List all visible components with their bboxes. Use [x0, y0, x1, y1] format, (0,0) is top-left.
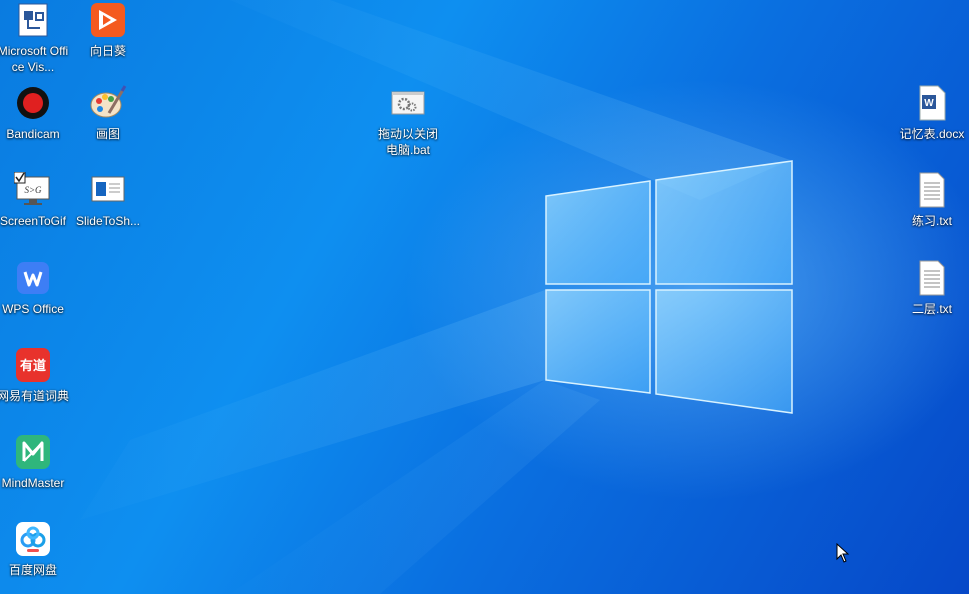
icon-label: 向日葵: [89, 44, 126, 58]
desktop-icon-mindmaster[interactable]: MindMaster: [0, 432, 71, 491]
icon-label: SlideToSh...: [75, 214, 141, 228]
icon-label: MindMaster: [1, 476, 65, 490]
desktop-icon-baidu-netdisk[interactable]: 百度网盘: [0, 519, 71, 578]
icon-label: WPS Office: [2, 302, 64, 316]
icon-label: ScreenToGif: [0, 214, 67, 228]
desktop-icon-visio[interactable]: Microsoft Office Vis...: [0, 0, 71, 75]
youdao-icon: 有道: [13, 345, 53, 385]
desktop-icon-wps[interactable]: WPS Office: [0, 258, 71, 317]
desktop-icon-memory-docx[interactable]: W 记忆表.docx: [894, 83, 969, 142]
screentogif-icon: S>G: [13, 170, 53, 210]
word-document-icon: W: [912, 83, 952, 123]
desktop-icon-shutdown-bat[interactable]: 拖动以关闭电脑.bat: [370, 83, 446, 158]
mouse-cursor-icon: [836, 543, 850, 563]
desktop-icon-layer2-txt[interactable]: 二层.txt: [894, 258, 969, 317]
mindmaster-icon: [13, 432, 53, 472]
word-glyph: W: [924, 98, 934, 109]
screentogif-glyph: S>G: [24, 185, 42, 195]
icon-label: 网易有道词典: [0, 389, 69, 403]
desktop-icon-screentogif[interactable]: S>G ScreenToGif: [0, 170, 71, 229]
desktop-icon-practice-txt[interactable]: 练习.txt: [894, 170, 969, 229]
paint-icon: [88, 83, 128, 123]
icon-label: 记忆表.docx: [899, 127, 965, 141]
icon-label: Bandicam: [6, 127, 60, 141]
icon-label: 百度网盘: [8, 563, 57, 577]
desktop-icon-youdao[interactable]: 有道 网易有道词典: [0, 345, 71, 404]
visio-icon: [13, 0, 53, 40]
sunflower-icon: [88, 0, 128, 40]
icon-label: 练习.txt: [911, 214, 952, 228]
bandicam-icon: [13, 83, 53, 123]
icon-label: 拖动以关闭电脑.bat: [377, 127, 438, 157]
youdao-glyph: 有道: [20, 358, 46, 374]
slidetoshow-icon: [88, 170, 128, 210]
baidu-netdisk-icon: [13, 519, 53, 559]
icon-label: 画图: [95, 127, 120, 141]
icon-label: Microsoft Office Vis...: [0, 44, 69, 74]
desktop-icon-sunflower[interactable]: 向日葵: [70, 0, 146, 59]
desktop-icon-slidetoshow[interactable]: SlideToSh...: [70, 170, 146, 229]
desktop-icon-bandicam[interactable]: Bandicam: [0, 83, 71, 142]
text-file-icon: [912, 170, 952, 210]
desktop-icon-paint[interactable]: 画图: [70, 83, 146, 142]
batch-file-icon: [388, 83, 428, 123]
desktop[interactable]: Microsoft Office Vis... Bandicam S>G Scr…: [0, 0, 969, 594]
wps-icon: [13, 258, 53, 298]
text-file-icon: [912, 258, 952, 298]
icon-label: 二层.txt: [911, 302, 952, 316]
